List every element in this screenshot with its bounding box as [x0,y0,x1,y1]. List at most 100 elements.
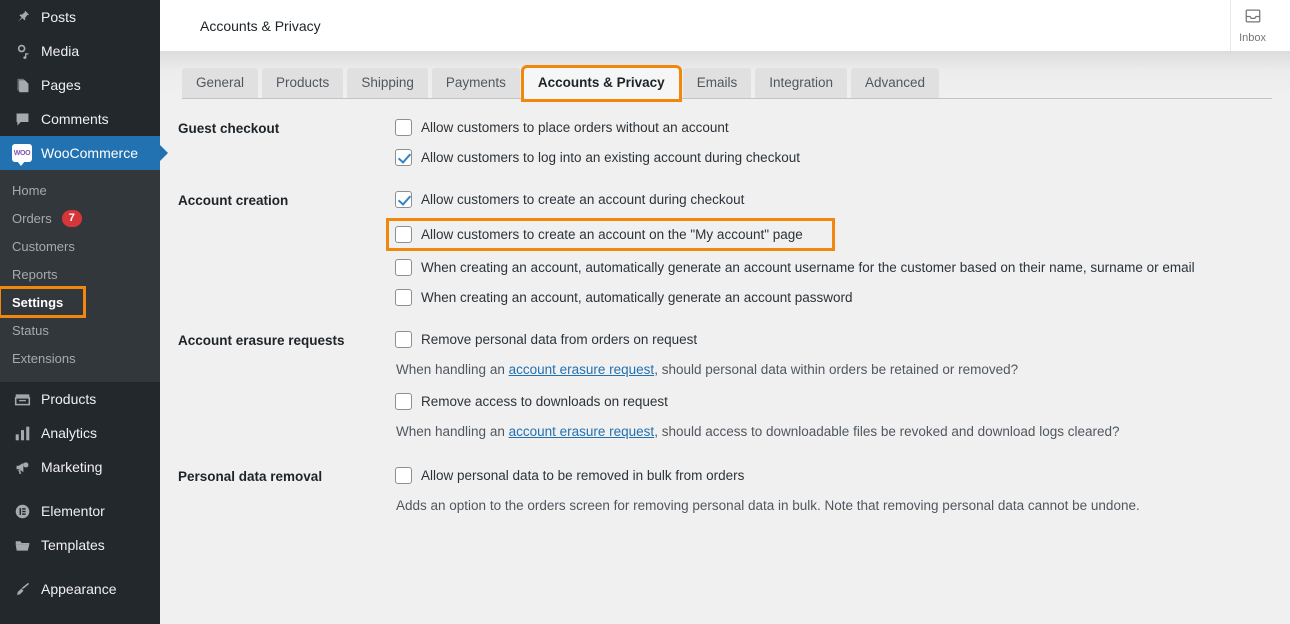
sidebar-item-marketing[interactable]: Marketing [0,450,160,484]
menu-item-label: Templates [41,537,105,553]
option-label: Remove access to downloads on request [421,394,668,409]
section-title-account-creation: Account creation [178,193,289,208]
page-title: Accounts & Privacy [200,17,321,34]
pages-icon [12,75,32,95]
tab-shipping[interactable]: Shipping [347,68,428,99]
checkbox-remove-personal-data-orders[interactable] [395,331,412,348]
brush-icon [12,579,32,599]
menu-item-label: Elementor [41,503,105,519]
sidebar-item-elementor[interactable]: Elementor [0,494,160,528]
sidebar-item-pages[interactable]: Pages [0,68,160,102]
tab-advanced[interactable]: Advanced [851,68,940,99]
submenu-item-orders[interactable]: Orders 7 [0,204,160,232]
checkbox-allow-login-during-checkout[interactable] [395,149,412,166]
products-icon [12,389,32,409]
tab-payments[interactable]: Payments [431,68,520,99]
elementor-icon [12,501,32,521]
option-row[interactable]: Allow customers to log into an existing … [395,149,1270,166]
checkbox-create-account-my-account-page[interactable] [395,226,412,243]
sidebar-item-woocommerce[interactable]: WOO WooCommerce [0,136,160,170]
inbox-button[interactable]: Inbox [1230,0,1274,51]
menu-item-label: Pages [41,77,81,93]
section-title-guest-checkout: Guest checkout [178,121,280,136]
option-row[interactable]: Allow customers to create an account dur… [395,191,1270,208]
inbox-label: Inbox [1239,32,1266,44]
option-description: When handling an account erasure request… [396,361,1270,378]
section-account-erasure: Account erasure requests Remove personal… [160,331,1290,467]
option-row[interactable]: Remove access to downloads on request [395,393,1270,410]
megaphone-icon [12,457,32,477]
submenu-item-reports[interactable]: Reports [0,260,160,288]
checkbox-allow-guest-orders[interactable] [395,119,412,136]
sidebar-item-products[interactable]: Products [0,382,160,416]
submenu-item-settings[interactable]: Settings [0,286,86,318]
tab-emails[interactable]: Emails [682,68,752,99]
menu-item-label: Orders [12,210,52,226]
tab-accounts-privacy[interactable]: Accounts & Privacy [520,65,682,102]
option-description: Adds an option to the orders screen for … [396,498,1140,513]
option-row[interactable]: Remove personal data from orders on requ… [395,331,1270,348]
menu-item-label: Settings [12,294,64,310]
sidebar-item-posts[interactable]: Posts [0,0,160,34]
option-label: Allow customers to log into an existing … [421,150,800,165]
option-row[interactable]: Allow customers to place orders without … [395,119,1270,136]
submenu-item-customers[interactable]: Customers [0,232,160,260]
account-erasure-request-link[interactable]: account erasure request [509,362,655,377]
option-label: Allow customers to create an account dur… [421,192,745,207]
option-row[interactable]: When creating an account, automatically … [395,259,1270,276]
option-label: Allow customers to place orders without … [421,120,729,135]
menu-divider [0,484,160,494]
analytics-icon [12,423,32,443]
sidebar-item-templates[interactable]: Templates [0,528,160,562]
section-personal-data-removal: Personal data removal Allow personal dat… [160,467,1290,529]
settings-form: Guest checkout Allow customers to place … [160,99,1290,529]
checkbox-auto-generate-password[interactable] [395,289,412,306]
menu-item-label: Extensions [12,350,76,366]
desc-text-after: , should access to downloadable files be… [654,424,1120,439]
menu-item-label: Comments [41,111,109,127]
option-label: When creating an account, automatically … [421,290,853,305]
option-label: Allow customers to create an account on … [421,227,803,242]
checkbox-create-account-during-checkout[interactable] [395,191,412,208]
desc-text-after: , should personal data within orders be … [654,362,1019,377]
checkbox-auto-generate-username[interactable] [395,259,412,276]
option-row[interactable]: Allow personal data to be removed in bul… [395,467,1270,484]
menu-item-label: Customers [12,238,75,254]
option-row[interactable]: When creating an account, automatically … [395,289,1270,306]
desc-text-before: When handling an [396,362,509,377]
account-erasure-request-link[interactable]: account erasure request [509,424,655,439]
menu-item-label: Analytics [41,425,98,441]
tab-underline [182,98,1272,99]
sidebar-item-appearance[interactable]: Appearance [0,572,160,606]
orders-count-badge: 7 [61,209,82,227]
menu-item-label: Media [41,43,80,59]
tab-products[interactable]: Products [262,68,344,99]
tab-integration[interactable]: Integration [755,68,848,99]
submenu-item-home[interactable]: Home [0,176,160,204]
admin-sidebar: Posts Media Pages Comments WOO WooCommerce Ho… [0,0,160,624]
sidebar-item-comments[interactable]: Comments [0,102,160,136]
folder-icon [12,535,32,555]
option-description: When handling an account erasure request… [396,423,1270,440]
option-row-highlighted[interactable]: Allow customers to create an account on … [386,218,835,251]
submenu-item-status[interactable]: Status [0,316,160,344]
section-title-account-erasure: Account erasure requests [178,333,345,348]
menu-item-label: Status [12,322,49,338]
sidebar-item-analytics[interactable]: Analytics [0,416,160,450]
sidebar-item-media[interactable]: Media [0,34,160,68]
wordpress-admin-screen: Posts Media Pages Comments WOO WooCommerce Ho… [0,0,1290,624]
menu-item-label: Appearance [41,581,117,597]
checkbox-remove-download-access[interactable] [395,393,412,410]
submenu-item-extensions[interactable]: Extensions [0,344,160,372]
menu-item-label: Products [41,391,97,407]
inbox-icon [1244,7,1262,30]
option-label: Remove personal data from orders on requ… [421,332,698,347]
menu-item-label: Posts [41,9,77,25]
tab-general[interactable]: General [182,68,259,99]
desc-text-before: When handling an [396,424,509,439]
checkbox-bulk-remove-personal-data[interactable] [395,467,412,484]
woocommerce-icon: WOO [12,143,32,166]
media-icon [12,41,32,61]
menu-item-label: Home [12,182,47,198]
section-title-personal-data-removal: Personal data removal [178,469,323,484]
